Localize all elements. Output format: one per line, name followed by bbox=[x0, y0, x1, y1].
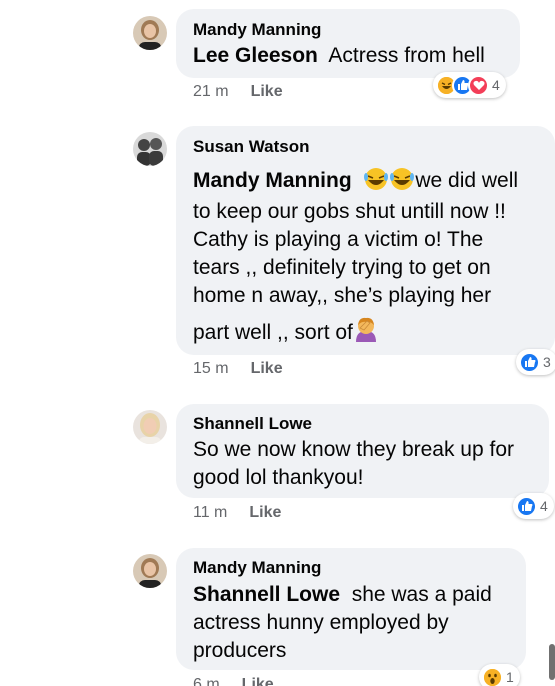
comment-line: to keep our gobs shut untill now !! bbox=[193, 200, 506, 223]
comment-time[interactable]: 21 m bbox=[193, 83, 229, 100]
comment-line: tears ,, definitely trying to get on bbox=[193, 256, 491, 279]
comment-body: she was a paid bbox=[351, 583, 492, 606]
laughing-emoji-icon bbox=[389, 168, 415, 198]
comment-line: producers bbox=[193, 639, 287, 662]
comment-text: So we now know they break up for good lo… bbox=[193, 436, 548, 492]
comment-meta: 6 m Like bbox=[193, 676, 274, 686]
like-button[interactable]: Like bbox=[251, 83, 283, 100]
comment-text: Shannell Lowe she was a paid actress hun… bbox=[193, 581, 523, 665]
comment-line: So we now know they break up for bbox=[193, 438, 515, 461]
comment-body: Actress from hell bbox=[328, 44, 485, 67]
reaction-summary[interactable]: 1 bbox=[479, 664, 520, 686]
comment-time[interactable]: 6 m bbox=[193, 676, 220, 686]
comment-text: Mandy Manning we did well to keep our go… bbox=[193, 167, 553, 350]
reaction-summary[interactable]: 3 bbox=[516, 349, 555, 375]
comment-time[interactable]: 11 m bbox=[193, 504, 227, 521]
laughing-emoji-icon bbox=[363, 168, 389, 198]
mention-link[interactable]: Shannell Lowe bbox=[193, 583, 340, 606]
wow-icon bbox=[482, 666, 503, 686]
comment-line: Mandy Manning we did well bbox=[193, 167, 553, 198]
love-icon bbox=[468, 74, 489, 96]
comment-meta: 15 m Like bbox=[193, 360, 283, 378]
comment-line: actress hunny employed by bbox=[193, 611, 449, 634]
comment-meta: 11 m Like bbox=[193, 504, 281, 522]
comment-author[interactable]: Susan Watson bbox=[193, 137, 310, 157]
comment-line: part well ,, sort of bbox=[193, 316, 553, 350]
avatar[interactable] bbox=[133, 16, 167, 50]
comment-line: Cathy is playing a victim o! The bbox=[193, 228, 484, 251]
comment-body: we did well bbox=[415, 169, 519, 192]
comment-author[interactable]: Shannell Lowe bbox=[193, 414, 312, 434]
like-button[interactable]: Like bbox=[242, 676, 274, 686]
comment-1: Mandy Manning Lee Gleeson Actress from h… bbox=[0, 0, 555, 120]
like-icon bbox=[516, 495, 537, 517]
facepalm-emoji-icon bbox=[353, 316, 379, 350]
reaction-count: 4 bbox=[492, 77, 500, 93]
comment-author[interactable]: Mandy Manning bbox=[193, 558, 321, 578]
like-button[interactable]: Like bbox=[249, 504, 281, 521]
scrollbar[interactable] bbox=[549, 644, 555, 680]
reaction-summary[interactable]: 4 bbox=[513, 493, 554, 519]
comment-time[interactable]: 15 m bbox=[193, 360, 229, 377]
comment-line: good lol thankyou! bbox=[193, 466, 364, 489]
avatar[interactable] bbox=[133, 410, 167, 444]
reaction-count: 1 bbox=[506, 669, 514, 685]
comment-line: home n away,, she’s playing her bbox=[193, 284, 492, 307]
reaction-count: 3 bbox=[543, 354, 551, 370]
reaction-count: 4 bbox=[540, 498, 548, 514]
comment-author[interactable]: Mandy Manning bbox=[193, 20, 321, 40]
mention-link[interactable]: Mandy Manning bbox=[193, 169, 352, 192]
like-button[interactable]: Like bbox=[251, 360, 283, 377]
reaction-summary[interactable]: 4 bbox=[433, 72, 506, 98]
mention-link[interactable]: Lee Gleeson bbox=[193, 44, 318, 67]
comment-body: part well ,, sort of bbox=[193, 321, 353, 344]
avatar[interactable] bbox=[133, 132, 167, 166]
comment-meta: 21 m Like bbox=[193, 83, 283, 101]
comment-text: Lee Gleeson Actress from hell bbox=[193, 42, 485, 70]
comment-line: Shannell Lowe she was a paid bbox=[193, 581, 523, 609]
avatar[interactable] bbox=[133, 554, 167, 588]
like-icon bbox=[519, 351, 540, 373]
